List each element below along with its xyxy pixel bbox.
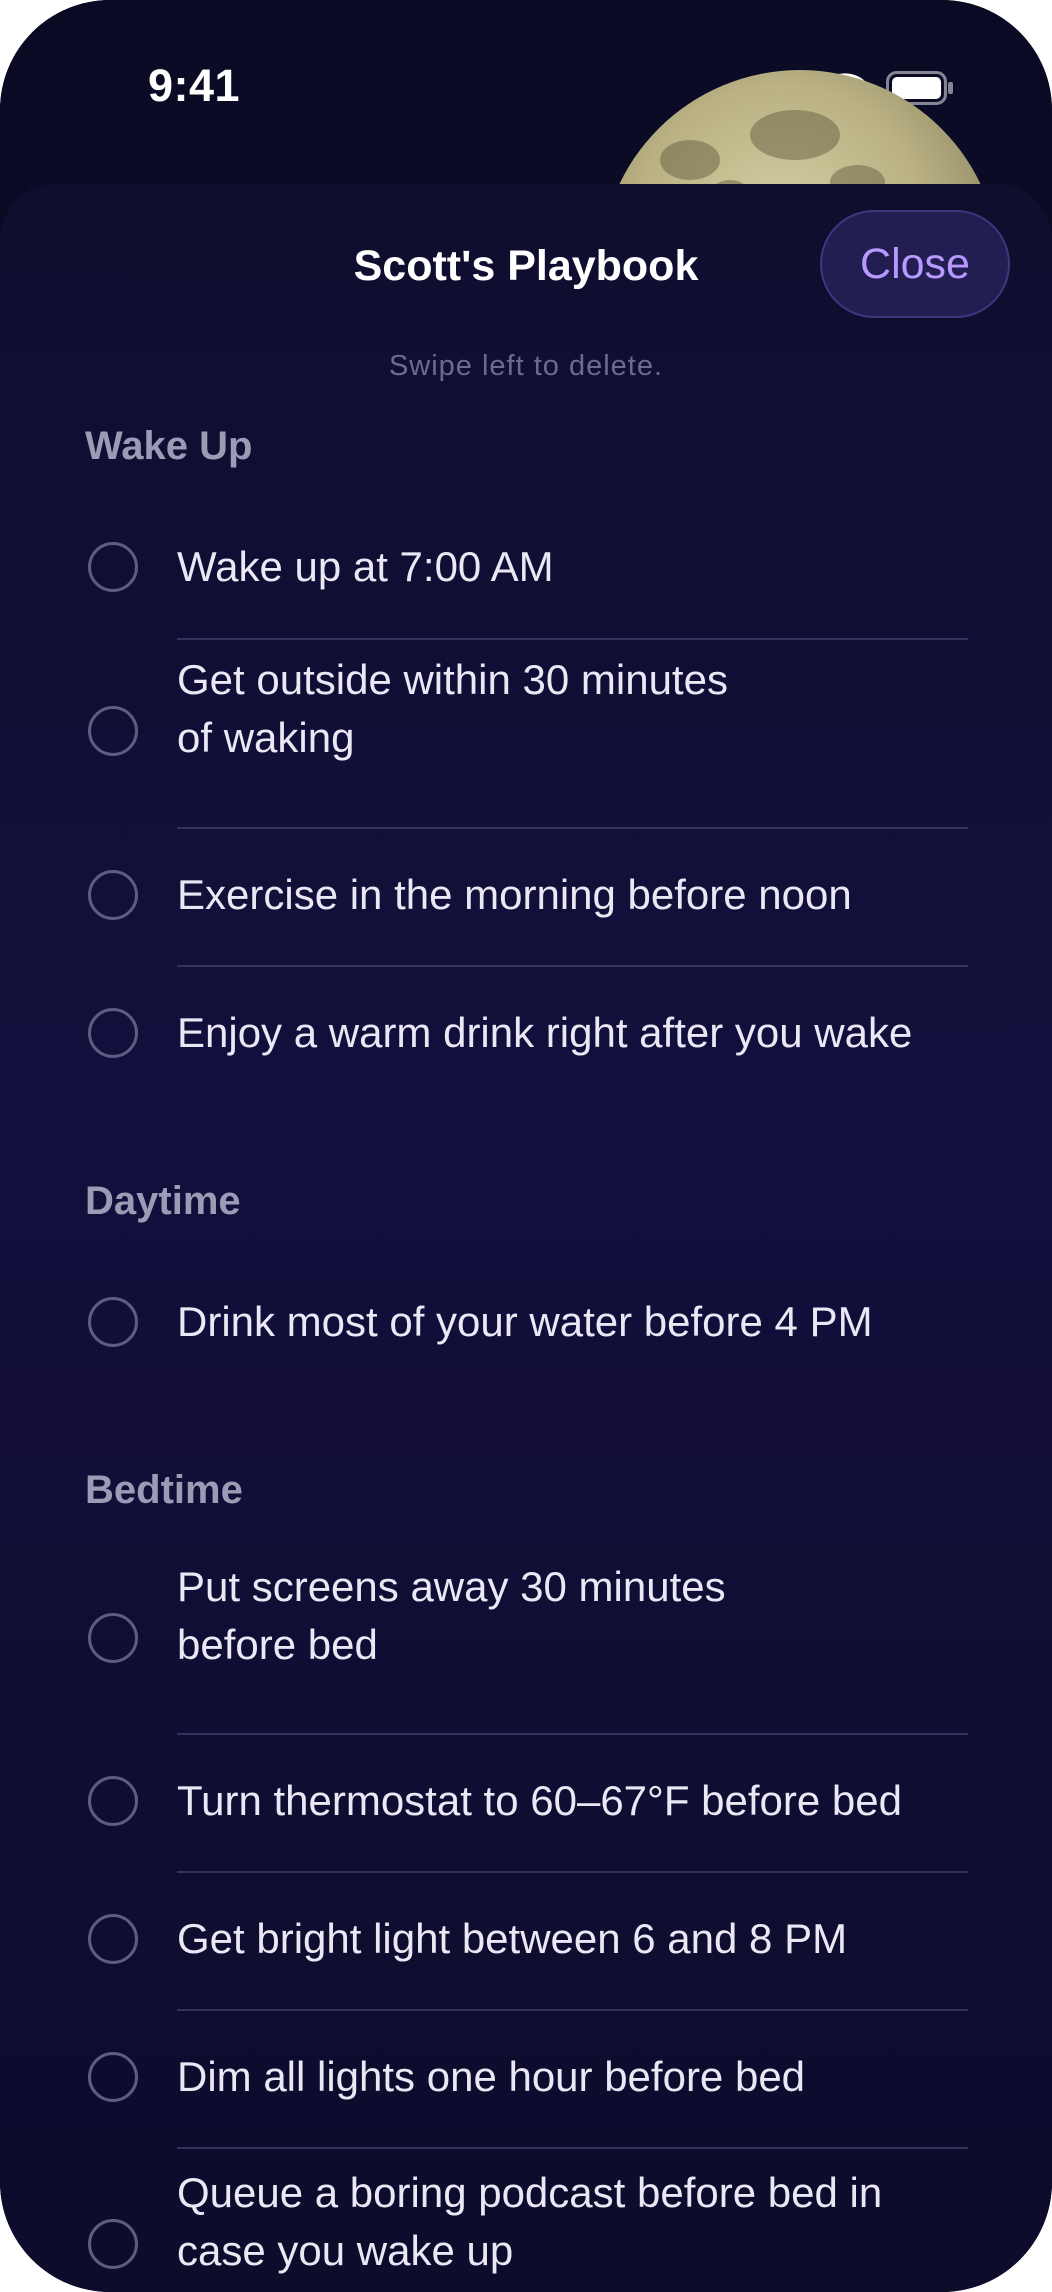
checkbox-circle[interactable] xyxy=(88,2219,138,2269)
checkbox-circle[interactable] xyxy=(88,542,138,592)
swipe-hint: Swipe left to delete. xyxy=(388,350,664,382)
checkbox-circle[interactable] xyxy=(88,870,138,920)
item-label: Get outside within 30 minutes of waking xyxy=(177,656,728,761)
item-label: Exercise in the morning before noon xyxy=(177,871,852,918)
item-label: Turn thermostat to 60–67°F before bed xyxy=(177,1777,902,1824)
item-label: Dim all lights one hour before bed xyxy=(177,2053,806,2100)
section-title-wake-up: Wake Up xyxy=(85,424,253,468)
divider xyxy=(177,1871,968,1873)
checkbox-circle[interactable] xyxy=(88,1297,138,1347)
section-title-bedtime: Bedtime xyxy=(85,1468,243,1512)
divider xyxy=(177,965,968,967)
item-label: Enjoy a warm drink right after you wake xyxy=(177,1009,913,1056)
divider xyxy=(177,827,968,829)
screen: 9:41 Scott's Playbook Close Swipe left t… xyxy=(0,0,1052,2292)
section-title-daytime: Daytime xyxy=(85,1179,241,1223)
checkbox-circle[interactable] xyxy=(88,1914,138,1964)
item-label: Drink most of your water before 4 PM xyxy=(177,1298,873,1345)
checkbox-circle[interactable] xyxy=(88,1613,138,1663)
item-label: Put screens away 30 minutes before bed xyxy=(177,1563,726,1668)
close-button[interactable]: Close xyxy=(820,210,1010,318)
checkbox-circle[interactable] xyxy=(88,706,138,756)
item-label: Get bright light between 6 and 8 PM xyxy=(177,1915,848,1962)
divider xyxy=(177,1733,968,1735)
checkbox-circle[interactable] xyxy=(88,1008,138,1058)
device-frame: 9:41 Scott's Playbook Close Swipe left t… xyxy=(0,0,1052,2292)
status-time: 9:41 xyxy=(148,60,241,111)
playbook-sheet: Scott's Playbook Close Swipe left to del… xyxy=(0,184,1052,2292)
divider xyxy=(177,2147,968,2149)
divider xyxy=(177,638,968,640)
divider xyxy=(177,2009,968,2011)
item-label: Queue a boring podcast before bed in cas… xyxy=(177,2169,883,2274)
checkbox-circle[interactable] xyxy=(88,1776,138,1826)
checkbox-circle[interactable] xyxy=(88,2052,138,2102)
item-label: Wake up at 7:00 AM xyxy=(177,543,554,590)
